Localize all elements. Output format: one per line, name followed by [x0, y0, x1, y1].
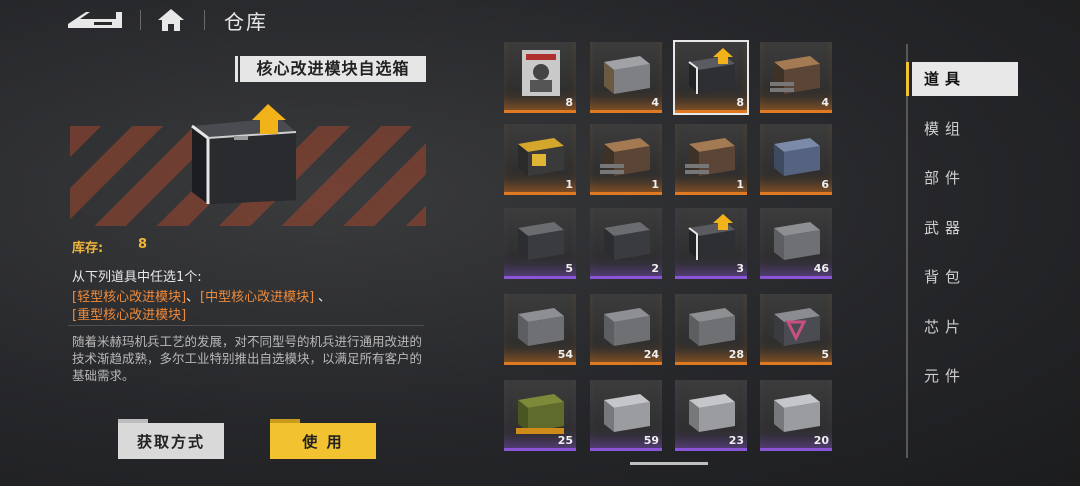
item-count: 46 [813, 262, 829, 275]
armored-crate-icon [518, 308, 564, 346]
use-button[interactable]: 使 用 [270, 419, 376, 459]
item-count: 8 [565, 96, 573, 109]
emblem-box-icon [774, 308, 820, 346]
option-medium-core: [中型核心改进模块] [200, 290, 315, 305]
item-count: 1 [651, 178, 659, 191]
back-button[interactable] [66, 8, 124, 32]
inventory-slot[interactable]: 1 [590, 124, 662, 195]
home-button[interactable] [157, 7, 185, 33]
item-count: 6 [821, 178, 829, 191]
tab-4[interactable]: 背包 [912, 260, 1018, 294]
acquire-method-label: 获取方式 [136, 433, 205, 451]
inventory-grid: 8 4 8 4 1 1 1 6 5 2 3 46 54 24 28 5 25 59 23 20 [504, 40, 834, 454]
inventory-slot[interactable]: 25 [504, 380, 576, 451]
item-count: 3 [736, 262, 744, 275]
page-title: 仓库 [224, 10, 268, 34]
option-separator: 、 [318, 290, 332, 305]
item-count: 25 [557, 434, 573, 447]
blue-cube-box-icon [774, 138, 820, 176]
item-count: 5 [565, 262, 573, 275]
gatling-module-icon [770, 56, 820, 94]
dark-module-box-icon [604, 222, 650, 260]
item-count: 59 [643, 434, 659, 447]
item-count: 54 [557, 348, 573, 361]
module-selector-box-icon [688, 214, 735, 260]
item-count: 1 [736, 178, 744, 191]
divider [68, 325, 424, 326]
item-count: 24 [643, 348, 659, 361]
armored-crate-icon [604, 308, 650, 346]
item-count: 4 [821, 96, 829, 109]
acquire-method-button[interactable]: 获取方式 [118, 419, 224, 459]
stock-value: 8 [138, 237, 148, 252]
inventory-slot[interactable]: 1 [504, 124, 576, 195]
inventory-slot[interactable]: 6 [760, 124, 832, 195]
option-heavy-core: [重型核心改进模块] [72, 308, 187, 323]
item-count: 8 [736, 96, 744, 109]
home-icon [158, 9, 184, 31]
item-name: 核心改进模块自选箱 [235, 56, 426, 82]
use-label: 使 用 [302, 433, 344, 451]
option-separator: 、 [186, 290, 200, 305]
silver-crate-icon [604, 394, 650, 432]
divider [140, 10, 141, 30]
inventory-slot[interactable]: 5 [504, 208, 576, 279]
item-count: 5 [821, 348, 829, 361]
inventory-slot[interactable]: 24 [590, 294, 662, 365]
tab-6[interactable]: 元件 [912, 359, 1018, 393]
tab-5[interactable]: 芯片 [912, 310, 1018, 344]
button-tab-decoration [118, 419, 148, 423]
tab-3[interactable]: 武器 [912, 211, 1018, 245]
inventory-slot[interactable]: 2 [590, 208, 662, 279]
divider [204, 10, 205, 30]
steel-crate-icon [604, 56, 650, 94]
item-count: 4 [651, 96, 659, 109]
tabs-divider [906, 44, 908, 458]
item-count: 23 [728, 434, 744, 447]
inventory-slot[interactable]: 46 [760, 208, 832, 279]
back-arrow-icon [68, 12, 122, 28]
item-count: 20 [813, 434, 829, 447]
inventory-slot[interactable]: 8 [673, 40, 749, 115]
magazine-icon [522, 50, 560, 96]
stock-label: 库存: [72, 241, 104, 256]
gold-chest-icon [518, 138, 564, 176]
inventory-slot[interactable]: 28 [675, 294, 747, 365]
button-tab-decoration [270, 419, 300, 423]
choose-instruction: 从下列道具中任选1个: [72, 270, 202, 285]
item-count: 28 [728, 348, 744, 361]
core-module-selector-box-icon [688, 48, 735, 94]
inventory-slot[interactable]: 8 [504, 42, 576, 113]
inventory-slot[interactable]: 23 [675, 380, 747, 451]
armored-crate-icon [774, 222, 820, 260]
armored-crate-icon [689, 308, 735, 346]
inventory-slot[interactable]: 1 [675, 124, 747, 195]
gatling-module-icon [600, 138, 650, 176]
item-description: 随着米赫玛机兵工艺的发展，对不同型号的机兵进行通用改进的技术渐趋成熟，多尔工业特… [72, 334, 423, 383]
inventory-slot[interactable]: 54 [504, 294, 576, 365]
grid-scrollbar[interactable] [630, 462, 708, 465]
tab-2[interactable]: 部件 [912, 161, 1018, 195]
silver-crate-icon [689, 394, 735, 432]
top-bar: 仓库 [0, 0, 1080, 40]
inventory-slot[interactable]: 3 [675, 208, 747, 279]
inventory-slot[interactable]: 4 [760, 42, 832, 113]
inventory-slot[interactable]: 5 [760, 294, 832, 365]
inventory-slot[interactable]: 4 [590, 42, 662, 113]
option-light-core: [轻型核心改进模块] [72, 290, 187, 305]
gatling-module-icon [685, 138, 735, 176]
silver-crate-icon [774, 394, 820, 432]
dark-module-box-icon [518, 222, 564, 260]
item-count: 1 [565, 178, 573, 191]
inventory-slot[interactable]: 59 [590, 380, 662, 451]
inventory-slot[interactable]: 20 [760, 380, 832, 451]
item-count: 2 [651, 262, 659, 275]
green-supply-crate-icon [516, 394, 564, 434]
tab-1[interactable]: 模组 [912, 112, 1018, 146]
core-module-selector-box-icon [191, 104, 297, 204]
tab-0[interactable]: 道具 [906, 62, 1018, 96]
